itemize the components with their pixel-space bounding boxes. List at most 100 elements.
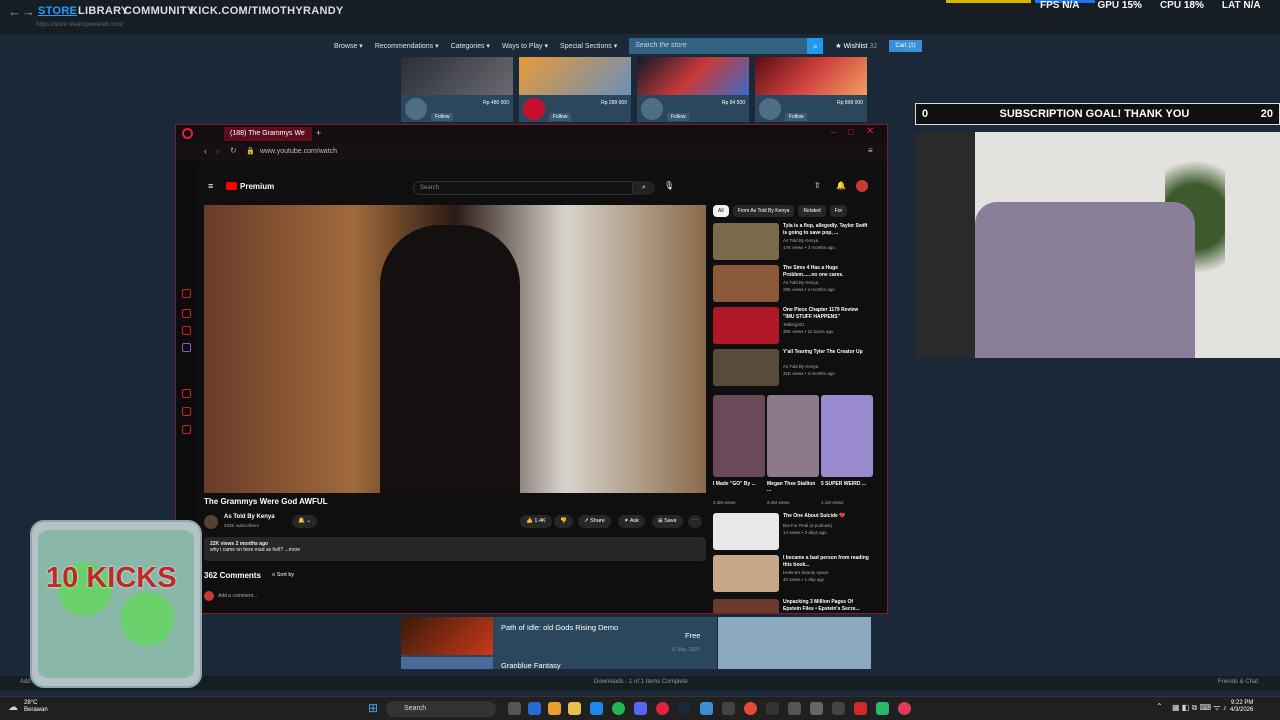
chip-related[interactable]: Related	[798, 205, 826, 217]
messenger-icon[interactable]	[182, 289, 191, 298]
nav-categories[interactable]: Categories ▾	[451, 42, 490, 50]
shorts-title[interactable]: I Made "GO" By ...	[713, 481, 765, 487]
store-tile[interactable]: Rp 899 000 Follow	[755, 57, 867, 122]
system-clock[interactable]: 9:22 PM 4/3/2026	[1230, 700, 1253, 714]
chip-from-channel[interactable]: From As Told By Kenya	[732, 205, 795, 217]
more-icon[interactable]: ⋯	[688, 515, 702, 528]
forward-icon[interactable]: ›	[216, 146, 219, 156]
shorts-thumbnail[interactable]	[767, 395, 819, 477]
back-arrow-icon[interactable]: ←	[8, 4, 21, 19]
game-capsule[interactable]	[401, 617, 493, 655]
mic-icon[interactable]: 🎙	[664, 181, 674, 190]
bell-icon[interactable]: 🔔	[836, 181, 846, 190]
reload-icon[interactable]: ↻	[230, 146, 237, 155]
forward-arrow-icon[interactable]: →	[22, 4, 35, 19]
edge-icon[interactable]	[590, 702, 603, 715]
downloads-status[interactable]: Downloads - 1 of 1 Items Complete	[594, 679, 688, 685]
game-capsule[interactable]	[401, 657, 493, 669]
maximize-icon[interactable]: □	[848, 127, 853, 137]
tab-library[interactable]: LIBRARY	[78, 5, 129, 17]
rec-video[interactable]: Y'all Tearing Tyler The Creator Up As To…	[713, 349, 875, 389]
nav-ways-to-play[interactable]: Ways to Play ▾	[502, 42, 548, 50]
subscribed-bell-button[interactable]: 🔔 ⌄	[292, 515, 317, 528]
tray-chevron-icon[interactable]: ⌃	[1156, 702, 1163, 711]
shorts-title[interactable]: 5 SUPER WEIRD ...	[821, 481, 873, 487]
nav-browse[interactable]: Browse ▾	[334, 42, 363, 50]
like-button[interactable]: 👍 1.4K	[520, 515, 552, 528]
browser-tab-youtube[interactable]: (188) The Grammys We	[224, 127, 312, 141]
game-name[interactable]: Path of Idle: old Gods Rising Demo	[501, 623, 618, 632]
rec-video[interactable]: Tyla is a flop, allegedly. Taylor Swift …	[713, 223, 875, 263]
spotify-icon[interactable]	[612, 702, 625, 715]
menu-icon[interactable]: ≡	[868, 146, 873, 155]
weather-widget[interactable]: 28°C Berawan	[24, 700, 48, 714]
opera-icon[interactable]	[656, 702, 669, 715]
search-icon[interactable]: ⌕	[807, 38, 824, 54]
app-icon[interactable]	[898, 702, 911, 715]
discord-icon[interactable]	[634, 702, 647, 715]
rec-video[interactable]: I became a bad person from reading this …	[713, 555, 875, 595]
dislike-button[interactable]: 👎	[554, 515, 573, 528]
app-icon[interactable]	[832, 702, 845, 715]
tab-store[interactable]: STORE	[38, 5, 77, 17]
description-box[interactable]: 22K views 2 months ago why i came on her…	[204, 537, 706, 561]
rec-video[interactable]: The Sims 4 Has a Huge Problem......no on…	[713, 265, 875, 305]
chip-for-you[interactable]: For	[829, 205, 848, 217]
app-icon[interactable]	[744, 702, 757, 715]
add-comment-input[interactable]: Add a comment...	[218, 593, 257, 599]
close-icon[interactable]: ✕	[866, 126, 874, 137]
follow-button[interactable]: Follow	[549, 113, 572, 121]
ask-button[interactable]: ✦ Ask	[618, 515, 646, 528]
game-name[interactable]: Granblue Fantasy	[501, 661, 561, 670]
app-icon[interactable]	[876, 702, 889, 715]
youtube-search-input[interactable]: Search	[413, 181, 633, 195]
create-icon[interactable]: ⇧	[814, 181, 821, 190]
obs-icon[interactable]	[766, 702, 779, 715]
twitch-icon[interactable]	[182, 343, 191, 352]
wishlist-button[interactable]: ★ Wishlist 32	[835, 42, 877, 50]
tab-community[interactable]: COMMUNITY	[124, 5, 195, 17]
channel-name[interactable]: As Told By Kenya	[224, 514, 275, 520]
save-button[interactable]: ⊞ Save	[652, 515, 683, 528]
chip-all[interactable]: All	[713, 205, 729, 217]
steam-icon[interactable]	[678, 702, 691, 715]
friends-chat-button[interactable]: Friends & Chat	[1218, 679, 1258, 685]
task-view-icon[interactable]	[508, 702, 521, 715]
file-explorer-icon[interactable]	[568, 702, 581, 715]
cart-button[interactable]: Cart (1)	[889, 40, 922, 52]
search-icon[interactable]: ⌕	[633, 181, 655, 195]
instagram-icon[interactable]	[182, 326, 191, 335]
youtube-logo[interactable]: Premium	[226, 182, 274, 191]
app-icon[interactable]	[810, 702, 823, 715]
share-button[interactable]: ↗ Share	[578, 515, 611, 528]
sort-by-button[interactable]: ≡ Sort by	[272, 572, 294, 578]
store-tile[interactable]: Rp 289 000 Follow	[519, 57, 631, 122]
shorts-thumbnail[interactable]	[821, 395, 873, 477]
hamburger-icon[interactable]: ≡	[208, 181, 213, 191]
avatar[interactable]	[856, 180, 868, 192]
store-tile[interactable]: Rp 84 500 Follow	[637, 57, 749, 122]
shorts-thumbnail[interactable]	[713, 395, 765, 477]
windows-start-icon[interactable]: ⊞	[368, 701, 378, 715]
app-icon[interactable]	[788, 702, 801, 715]
follow-button[interactable]: Follow	[431, 113, 454, 121]
app-icon[interactable]	[854, 702, 867, 715]
shorts-title[interactable]: Megan Thee Stallion ...	[767, 481, 819, 493]
follow-button[interactable]: Follow	[785, 113, 808, 121]
rec-video[interactable]: One Piece Chapter 1179 Review "IMU STUFF…	[713, 307, 875, 347]
rec-video[interactable]: Unpacking 3 Million Pages Of Epstein Fil…	[713, 599, 875, 613]
minimize-icon[interactable]: –	[831, 127, 836, 137]
follow-button[interactable]: Follow	[667, 113, 690, 121]
new-tab-icon[interactable]: +	[316, 128, 321, 138]
channel-avatar[interactable]	[204, 515, 218, 529]
nav-special-sections[interactable]: Special Sections ▾	[560, 42, 617, 50]
taskbar-search[interactable]: Search	[386, 701, 496, 717]
store-tile[interactable]: Rp 480 000 Follow	[401, 57, 513, 122]
history-icon[interactable]	[182, 389, 191, 398]
app-icon[interactable]	[700, 702, 713, 715]
nav-recommendations[interactable]: Recommendations ▾	[375, 42, 439, 50]
whatsapp-icon[interactable]	[182, 309, 191, 318]
video-player[interactable]	[204, 205, 706, 493]
tray-icons[interactable]: ▦ ◧ ⧉ ⌨ ᯤ ♪	[1172, 702, 1227, 713]
settings-icon[interactable]	[182, 425, 191, 434]
